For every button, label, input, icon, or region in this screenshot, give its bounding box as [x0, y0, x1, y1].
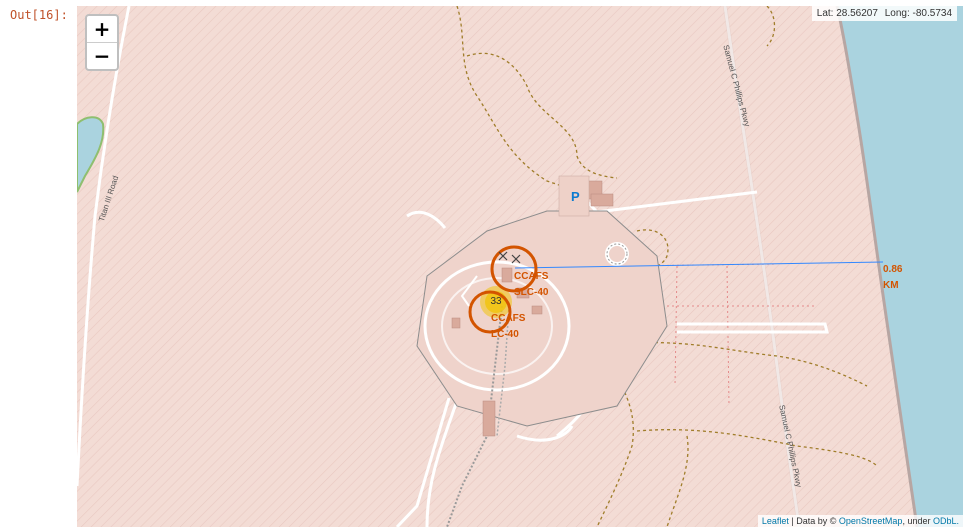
odbl-link[interactable]: ODbL. [933, 516, 959, 526]
longitude-readout: Long: -80.5734 [884, 8, 952, 19]
zoom-out-button[interactable]: − [87, 42, 117, 69]
distance-unit: KM [883, 280, 899, 291]
attribution-sep: | Data by © [788, 516, 839, 526]
osm-link[interactable]: OpenStreetMap [839, 516, 903, 526]
zoom-in-button[interactable]: + [87, 16, 117, 42]
site-label-lc40-line2: LC-40 [491, 329, 519, 340]
map-widget[interactable]: Titan III Road Samuel C Phillips Pkwy Sa… [77, 6, 963, 527]
cell-output-prompt: Out[16]: [10, 8, 68, 22]
mouse-position-readout: Lat: 28.56207 Long: -80.5734 [811, 6, 957, 21]
latitude-readout: Lat: 28.56207 [816, 8, 878, 19]
map-attribution: Leaflet | Data by © OpenStreetMap, under… [757, 515, 963, 527]
zoom-control: + − [85, 14, 119, 71]
parking-icon: P [571, 189, 580, 204]
site-label-lc40[interactable]: CCAFS LC-40 [491, 311, 525, 343]
map-tiles[interactable] [77, 6, 963, 527]
site-label-slc40-line1: CCAFS [514, 271, 549, 282]
leaflet-link[interactable]: Leaflet [762, 516, 789, 526]
distance-value: 0.86 [883, 264, 903, 275]
distance-label[interactable]: 0.86 KM [883, 262, 902, 294]
attribution-under: , under [902, 516, 933, 526]
site-label-slc40[interactable]: CCAFS SLC-40 [514, 269, 548, 301]
site-label-lc40-line1: CCAFS [491, 313, 526, 324]
site-label-slc40-line2: SLC-40 [514, 287, 549, 298]
cluster-count[interactable]: 33 [486, 296, 506, 307]
